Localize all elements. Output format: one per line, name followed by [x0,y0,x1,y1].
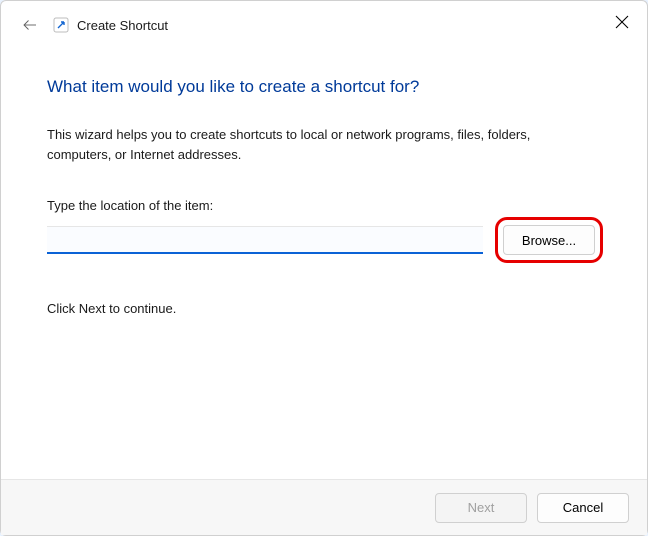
location-input[interactable] [47,226,483,254]
continue-hint: Click Next to continue. [47,301,601,316]
back-icon[interactable] [21,16,39,34]
footer: Next Cancel [1,479,647,535]
content-area: What item would you like to create a sho… [1,49,647,479]
location-row: Browse... [47,219,601,261]
next-button: Next [435,493,527,523]
browse-highlight: Browse... [497,219,601,261]
wizard-title: Create Shortcut [77,18,168,33]
close-icon[interactable] [615,15,629,32]
titlebar: Create Shortcut [1,1,647,49]
description-text: This wizard helps you to create shortcut… [47,125,587,164]
page-heading: What item would you like to create a sho… [47,77,601,97]
location-label: Type the location of the item: [47,198,601,213]
browse-button[interactable]: Browse... [503,225,595,255]
shortcut-icon [53,17,69,33]
cancel-button[interactable]: Cancel [537,493,629,523]
